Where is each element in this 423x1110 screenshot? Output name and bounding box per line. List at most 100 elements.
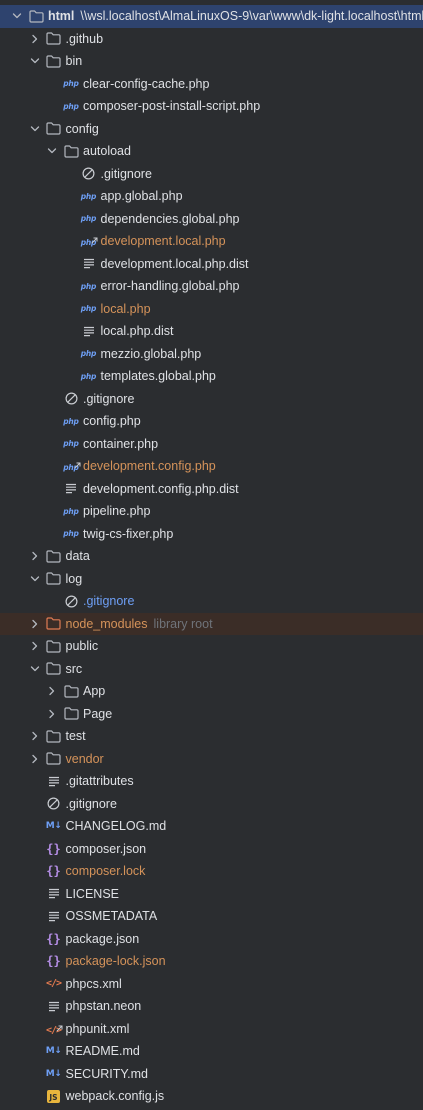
tree-item-label: config bbox=[66, 118, 99, 141]
tree-file-row[interactable]: JS webpack.config.js bbox=[0, 1085, 423, 1108]
tree-file-row[interactable]: php composer-post-install-script.php bbox=[0, 95, 423, 118]
php-file-icon: php bbox=[63, 506, 79, 516]
tree-item-label: dependencies.global.php bbox=[101, 208, 240, 231]
tree-item-name: SECURITY.md bbox=[65, 1066, 148, 1081]
php-file-icon: php bbox=[63, 416, 79, 426]
tree-file-row[interactable]: development.config.php.dist bbox=[0, 478, 423, 501]
php-file-icon: php bbox=[80, 191, 97, 201]
tree-item-name: app.global.php bbox=[100, 189, 183, 203]
tree-file-row[interactable]: php dependencies.global.php bbox=[0, 208, 423, 231]
tree-folder-row[interactable]: vendor bbox=[0, 748, 423, 771]
tree-file-row[interactable]: development.local.php.dist bbox=[0, 253, 423, 276]
tree-file-row[interactable]: </> phpunit.xml bbox=[0, 1018, 423, 1041]
tree-file-row[interactable]: php local.php bbox=[0, 298, 423, 321]
tree-item-label: html \\wsl.localhost\AlmaLinuxOS-9\var\ww… bbox=[48, 5, 423, 28]
tree-item-label: config.php bbox=[83, 410, 141, 433]
tree-item-label: twig-cs-fixer.php bbox=[83, 523, 173, 546]
tree-file-row[interactable]: php pipeline.php bbox=[0, 500, 423, 523]
chevron-right-icon[interactable] bbox=[44, 703, 60, 726]
tree-file-row[interactable]: .gitignore bbox=[0, 388, 423, 411]
tree-file-row[interactable]: {} package-lock.json bbox=[0, 950, 423, 973]
tree-file-row[interactable]: php templates.global.php bbox=[0, 365, 423, 388]
chevron-down-icon[interactable] bbox=[27, 50, 43, 73]
tree-item-name: development.config.php.dist bbox=[83, 481, 239, 496]
tree-file-row[interactable]: LICENSE bbox=[0, 883, 423, 906]
tree-item-name: webpack.config.js bbox=[65, 1089, 165, 1103]
chevron-right-icon[interactable] bbox=[27, 635, 43, 658]
tree-file-row[interactable]: php development.config.php bbox=[0, 455, 423, 478]
chevron-down-icon[interactable] bbox=[27, 658, 43, 681]
tree-item-name: App bbox=[83, 684, 106, 698]
tree-file-row[interactable]: .gitignore bbox=[0, 590, 423, 613]
chevron-right-icon[interactable] bbox=[44, 680, 60, 703]
tree-folder-row[interactable]: bin bbox=[0, 50, 423, 73]
tree-folder-row[interactable]: node_modules library root bbox=[0, 612, 423, 636]
markdown-file-icon: M↓ bbox=[45, 821, 62, 832]
chevron-down-icon[interactable] bbox=[44, 140, 60, 163]
tree-folder-row[interactable]: test bbox=[0, 725, 423, 748]
tree-folder-row[interactable]: log bbox=[0, 568, 423, 591]
tree-item-label: .github bbox=[66, 28, 104, 51]
tree-file-row[interactable]: {} composer.lock bbox=[0, 860, 423, 883]
chevron-down-icon[interactable] bbox=[27, 568, 43, 591]
tree-item-label: phpstan.neon bbox=[66, 995, 142, 1018]
chevron-down-icon[interactable] bbox=[9, 5, 25, 28]
tree-file-row[interactable]: M↓ CHANGELOG.md bbox=[0, 815, 423, 838]
tree-file-row[interactable]: php clear-config-cache.php bbox=[0, 73, 423, 96]
tree-item-label: .gitattributes bbox=[66, 770, 134, 793]
tree-file-row[interactable]: phpstan.neon bbox=[0, 995, 423, 1018]
tree-item-label: .gitignore bbox=[101, 163, 152, 186]
tree-folder-row[interactable]: public bbox=[0, 635, 423, 658]
tree-folder-row[interactable]: html \\wsl.localhost\AlmaLinuxOS-9\var\ww… bbox=[0, 5, 423, 28]
tree-item-label: mezzio.global.php bbox=[101, 343, 202, 366]
tree-item-label: development.config.php bbox=[83, 455, 216, 478]
tree-file-row[interactable]: .gitignore bbox=[0, 163, 423, 186]
tree-folder-row[interactable]: Page bbox=[0, 703, 423, 726]
tree-folder-row[interactable]: App bbox=[0, 680, 423, 703]
tree-file-row[interactable]: {} package.json bbox=[0, 928, 423, 951]
tree-folder-row[interactable]: autoload bbox=[0, 140, 423, 163]
folder-icon bbox=[46, 568, 62, 591]
json-file-icon: {} bbox=[46, 931, 61, 946]
tree-file-row[interactable]: php mezzio.global.php bbox=[0, 343, 423, 366]
tree-file-row[interactable]: {} composer.json bbox=[0, 838, 423, 861]
tree-file-row[interactable]: php twig-cs-fixer.php bbox=[0, 523, 423, 546]
tree-item-name: bin bbox=[65, 54, 83, 68]
tree-file-row[interactable]: php app.global.php bbox=[0, 185, 423, 208]
js-file-icon: JS bbox=[46, 1085, 62, 1108]
tree-file-row[interactable]: php error-handling.global.php bbox=[0, 275, 423, 298]
tree-item-name: templates.global.php bbox=[100, 369, 216, 383]
tree-file-row[interactable]: .gitignore bbox=[0, 793, 423, 816]
tree-item-label: bin bbox=[66, 50, 83, 73]
tree-item-label: phpcs.xml bbox=[66, 973, 122, 996]
folder-icon bbox=[63, 140, 79, 163]
tree-file-row[interactable]: </> phpcs.xml bbox=[0, 973, 423, 996]
chevron-right-icon[interactable] bbox=[27, 748, 43, 771]
tree-file-row[interactable]: M↓ README.md bbox=[0, 1040, 423, 1063]
tree-file-row[interactable]: php development.local.php bbox=[0, 230, 423, 253]
tree-item-label: clear-config-cache.php bbox=[83, 73, 209, 96]
tree-file-row[interactable]: php container.php bbox=[0, 433, 423, 456]
json-file-icon: {} bbox=[46, 954, 61, 969]
tree-folder-row[interactable]: .github bbox=[0, 28, 423, 51]
tree-file-row[interactable]: .gitattributes bbox=[0, 770, 423, 793]
chevron-right-icon[interactable] bbox=[27, 545, 43, 568]
tree-item-name: data bbox=[65, 549, 90, 563]
tree-item-name: autoload bbox=[83, 144, 131, 158]
tree-file-row[interactable]: local.php.dist bbox=[0, 320, 423, 343]
tree-item-label: SECURITY.md bbox=[66, 1063, 148, 1086]
tree-folder-row[interactable]: config bbox=[0, 118, 423, 141]
tree-item-name: container.php bbox=[83, 436, 159, 451]
tree-folder-row[interactable]: src bbox=[0, 658, 423, 681]
chevron-right-icon[interactable] bbox=[27, 28, 43, 51]
tree-item-name: CHANGELOG.md bbox=[65, 819, 167, 833]
tree-file-row[interactable]: php config.php bbox=[0, 410, 423, 433]
tree-file-row[interactable]: M↓ SECURITY.md bbox=[0, 1063, 423, 1086]
php-file-icon: php bbox=[80, 371, 97, 381]
chevron-right-icon[interactable] bbox=[27, 613, 43, 636]
chevron-right-icon[interactable] bbox=[27, 725, 43, 748]
tree-folder-row[interactable]: data bbox=[0, 545, 423, 568]
chevron-down-icon[interactable] bbox=[27, 118, 43, 141]
tree-file-row[interactable]: OSSMETADATA bbox=[0, 905, 423, 928]
tree-item-name: log bbox=[65, 571, 83, 586]
